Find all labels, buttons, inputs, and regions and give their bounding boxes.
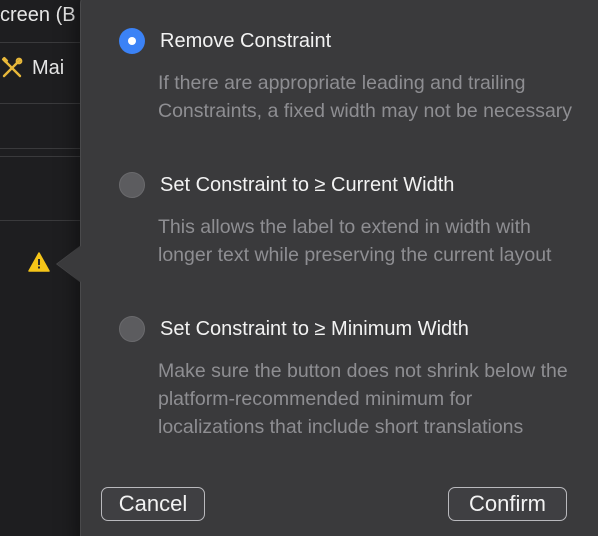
option-minimum-width[interactable]: Set Constraint to ≥ Minimum Width Make s… (119, 315, 579, 441)
background-row-main[interactable]: Mai (0, 56, 64, 80)
warning-triangle-icon[interactable] (28, 252, 50, 272)
option-label: Remove Constraint (160, 29, 332, 52)
radio-button-selected[interactable] (119, 28, 145, 54)
option-description: This allows the label to extend in width… (158, 216, 552, 266)
option-description: If there are appropriate leading and tra… (158, 72, 573, 122)
option-label: Set Constraint to ≥ Current Width (160, 173, 455, 196)
background-title: creen (B (0, 4, 76, 26)
radio-button[interactable] (119, 172, 145, 198)
hammer-wrench-icon (0, 56, 24, 80)
option-label: Set Constraint to ≥ Minimum Width (160, 317, 469, 340)
popover-pointer (57, 246, 81, 282)
option-current-width[interactable]: Set Constraint to ≥ Current Width This a… (119, 171, 579, 269)
option-remove-constraint[interactable]: Remove Constraint If there are appropria… (119, 27, 579, 125)
radio-button[interactable] (119, 316, 145, 342)
background-row-label: Mai (32, 56, 65, 79)
confirm-button[interactable]: Confirm (448, 487, 567, 521)
option-description: Make sure the button does not shrink bel… (158, 360, 568, 438)
cancel-button[interactable]: Cancel (101, 487, 205, 521)
screen: creen (B Mai Remove Constraint If there … (0, 0, 598, 536)
